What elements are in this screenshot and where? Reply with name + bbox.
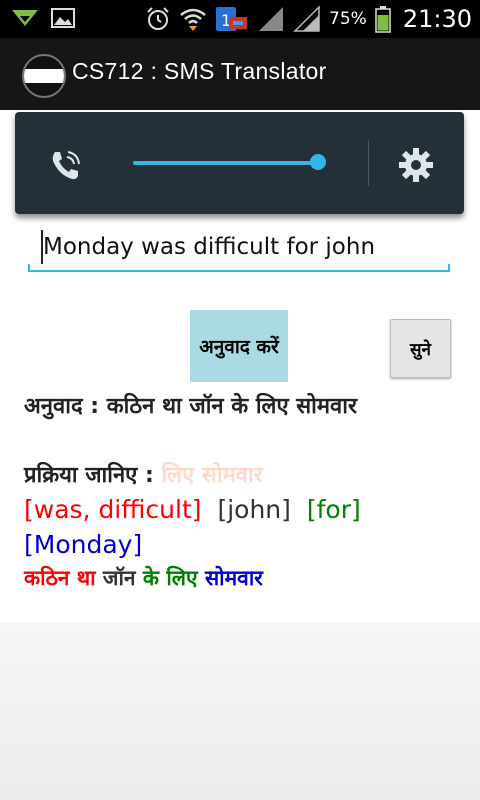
listen-button[interactable]: सुने: [390, 319, 451, 378]
input-underline: [28, 270, 450, 272]
battery-percent: 75%: [329, 9, 367, 29]
hindi-segment: सोमवार: [204, 566, 263, 590]
app-icon[interactable]: [22, 54, 66, 98]
alarm-icon: [147, 7, 169, 30]
translation-result: अनुवाद : कठिन था जॉन के लिए सोमवार: [24, 394, 357, 419]
token-group: [john]: [217, 495, 291, 524]
volume-slider[interactable]: [133, 161, 319, 165]
notification-icon: 1: [216, 7, 248, 31]
hindi-segment: कठिन था: [24, 566, 103, 590]
signal-icon: [259, 7, 284, 31]
status-bar: 1 75% 21:30: [0, 0, 480, 38]
phone-volume-icon[interactable]: [48, 148, 84, 184]
message-input-value[interactable]: Monday was difficult for john: [43, 234, 375, 260]
wifi-icon: [180, 8, 206, 31]
volume-slider-thumb[interactable]: [310, 154, 326, 170]
app-title: CS712 : SMS Translator: [72, 58, 327, 84]
wifi-arrow-icon: [12, 10, 38, 26]
hindi-segment: जॉन: [102, 566, 143, 590]
token-group: [for]: [306, 495, 361, 524]
empty-area: [0, 622, 480, 800]
token-groups: [was, difficult] [john] [for] [Monday]: [24, 492, 464, 562]
panel-divider: [368, 140, 369, 186]
signal-icon: [293, 5, 320, 32]
battery-icon: [375, 6, 391, 33]
action-bar: CS712 : SMS Translator: [0, 38, 480, 110]
image-icon: [51, 8, 75, 28]
hindi-segment: के लिए: [142, 566, 205, 590]
gear-icon[interactable]: [397, 146, 435, 184]
translate-button[interactable]: अनुवाद करें: [190, 310, 288, 382]
process-label-text: प्रक्रिया जानिए :: [24, 463, 154, 488]
token-group: [Monday]: [24, 530, 143, 559]
process-faded-text: लिए सोमवार: [161, 463, 263, 488]
process-label: प्रक्रिया जानिए : लिए सोमवार: [24, 459, 263, 489]
colored-translation: कठिन था जॉन के लिए सोमवार: [24, 564, 263, 592]
message-input[interactable]: Monday was difficult for john: [28, 226, 450, 272]
clock: 21:30: [402, 5, 472, 33]
token-group: [was, difficult]: [24, 495, 202, 524]
